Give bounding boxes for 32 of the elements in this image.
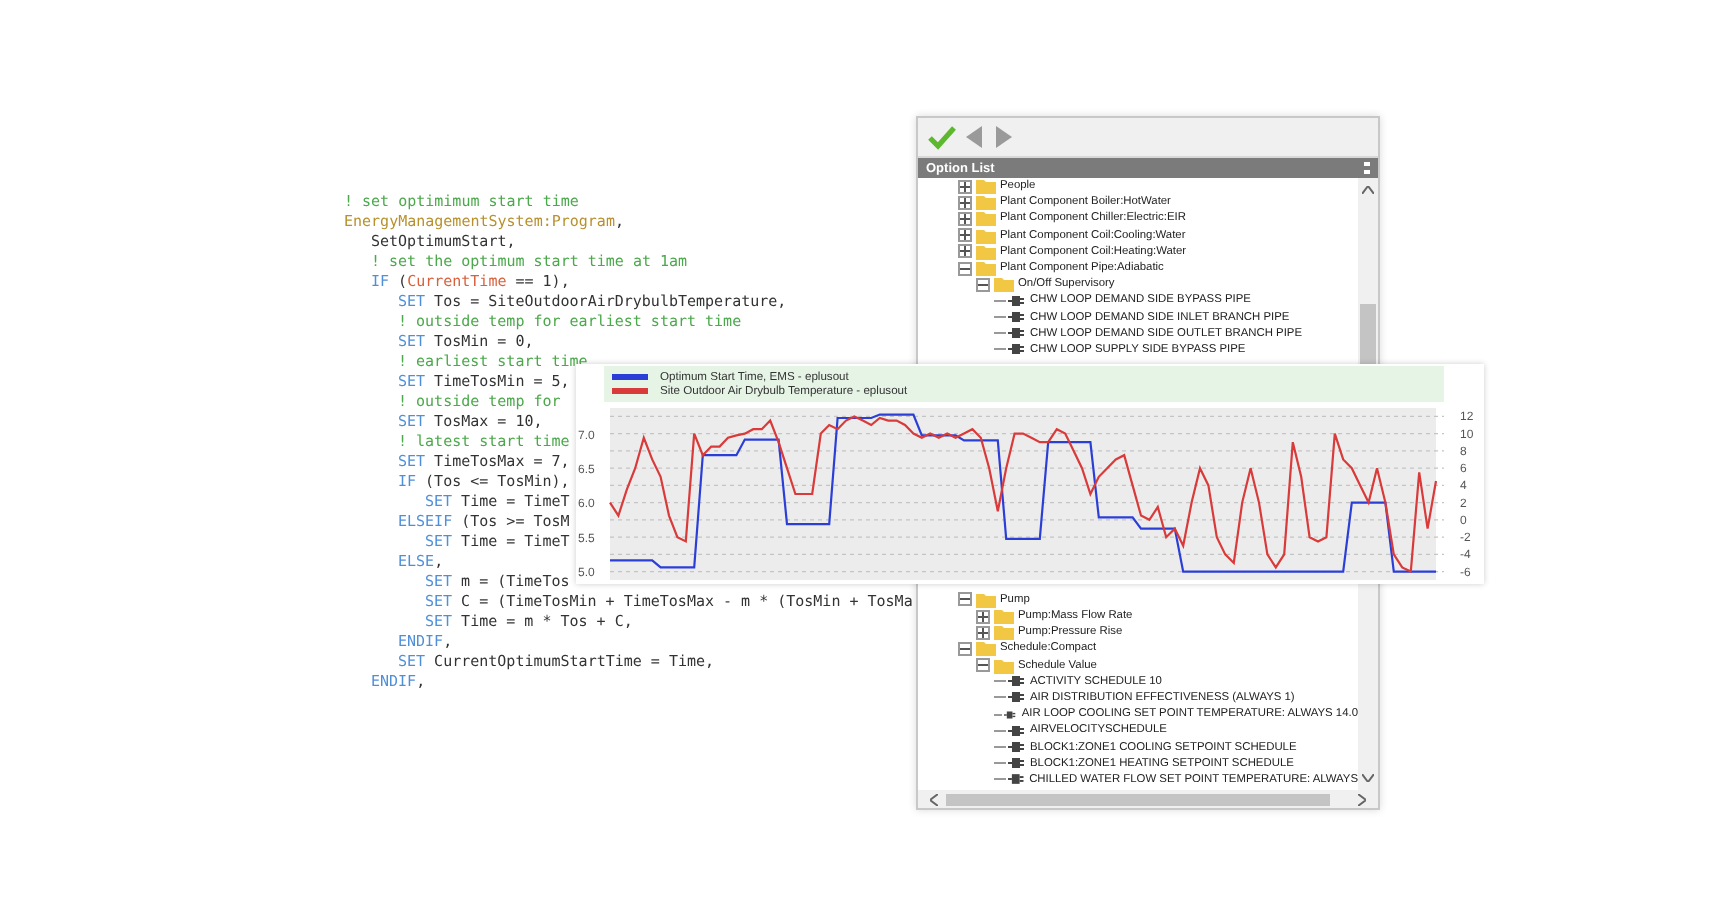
expand-toggle[interactable] <box>958 244 972 259</box>
expand-toggle[interactable] <box>976 277 990 292</box>
plug-icon <box>1008 692 1024 703</box>
plug-icon <box>1008 312 1024 323</box>
scrollbar-thumb[interactable] <box>946 793 1330 805</box>
scrollbar-thumb[interactable] <box>1360 304 1376 368</box>
scroll-left-icon[interactable] <box>930 793 938 805</box>
expand-toggle[interactable] <box>976 625 990 640</box>
horizontal-scrollbar[interactable] <box>918 790 1378 808</box>
plug-icon <box>1008 742 1024 753</box>
plug-icon <box>1008 344 1024 355</box>
plug-icon <box>1007 774 1024 785</box>
expand-toggle[interactable] <box>958 195 972 210</box>
expand-toggle[interactable] <box>976 658 990 673</box>
plug-icon <box>1004 709 1016 720</box>
plug-icon <box>1008 725 1024 736</box>
expand-toggle[interactable] <box>958 228 972 243</box>
scroll-up-icon[interactable] <box>1362 186 1374 194</box>
grip-icon <box>1364 162 1370 174</box>
checkmark-icon[interactable] <box>928 125 956 149</box>
expand-toggle[interactable] <box>976 609 990 624</box>
expand-toggle[interactable] <box>958 179 972 194</box>
expand-toggle[interactable] <box>958 211 972 226</box>
scroll-right-icon[interactable] <box>1358 793 1366 805</box>
plug-icon <box>1008 328 1024 339</box>
expand-toggle[interactable] <box>958 592 972 607</box>
plug-icon <box>1008 676 1024 687</box>
expand-toggle[interactable] <box>958 261 972 276</box>
expand-toggle[interactable] <box>958 641 972 656</box>
plug-icon <box>1008 295 1024 306</box>
plug-icon <box>1008 758 1024 769</box>
scroll-down-icon[interactable] <box>1362 774 1374 782</box>
